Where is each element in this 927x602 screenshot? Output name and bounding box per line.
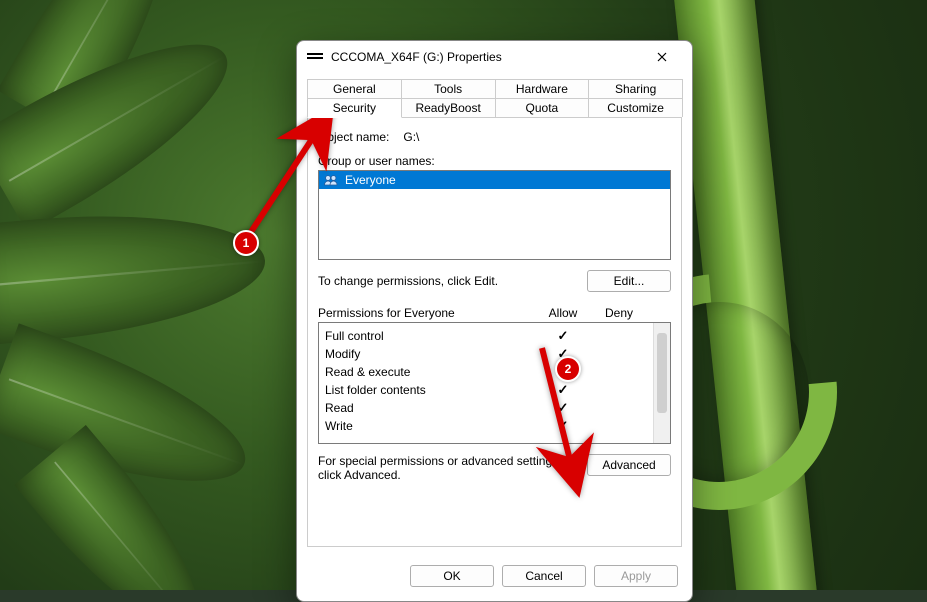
security-tab-panel: Object name: G:\ Group or user names: Ev…	[307, 118, 682, 547]
object-name-label: Object name:	[318, 130, 389, 144]
deny-column-header: Deny	[591, 306, 647, 320]
group-or-user-names-label: Group or user names:	[318, 154, 671, 168]
edit-button[interactable]: Edit...	[587, 270, 671, 292]
permissions-list: Full control Modify Read & execute List fol…	[318, 322, 671, 444]
close-button[interactable]	[642, 43, 682, 71]
check-icon	[558, 418, 569, 433]
dialog-footer: OK Cancel Apply	[297, 555, 692, 601]
permission-allow-check	[535, 400, 591, 416]
tab-quota[interactable]: Quota	[495, 98, 590, 117]
titlebar[interactable]: CCCOMA_X64F (G:) Properties	[297, 41, 692, 73]
check-icon	[558, 400, 569, 415]
allow-column-header: Allow	[535, 306, 591, 320]
scrollbar[interactable]	[653, 323, 670, 443]
group-or-user-names-list[interactable]: Everyone	[318, 170, 671, 260]
close-icon	[657, 52, 667, 62]
permission-name: Full control	[325, 329, 535, 343]
ok-button[interactable]: OK	[410, 565, 494, 587]
tab-sharing[interactable]: Sharing	[588, 79, 683, 98]
permission-allow-check	[535, 418, 591, 434]
window-title: CCCOMA_X64F (G:) Properties	[331, 50, 642, 64]
group-icon	[323, 174, 339, 186]
system-menu-icon[interactable]	[307, 52, 323, 62]
tab-general[interactable]: General	[307, 79, 402, 98]
advanced-hint-text: For special permissions or advanced sett…	[318, 454, 577, 482]
tab-security[interactable]: Security	[307, 98, 402, 118]
edit-hint-text: To change permissions, click Edit.	[318, 274, 577, 288]
advanced-button[interactable]: Advanced	[587, 454, 671, 476]
scrollbar-thumb[interactable]	[657, 333, 667, 413]
permission-name: List folder contents	[325, 383, 535, 397]
permission-allow-check	[535, 346, 591, 362]
tab-hardware[interactable]: Hardware	[495, 79, 590, 98]
list-item[interactable]: Everyone	[319, 171, 670, 189]
check-icon	[558, 364, 569, 379]
tab-tools[interactable]: Tools	[401, 79, 496, 98]
cancel-button[interactable]: Cancel	[502, 565, 586, 587]
permission-name: Read & execute	[325, 365, 535, 379]
permission-allow-check	[535, 328, 591, 344]
permission-allow-check	[535, 382, 591, 398]
permission-name: Write	[325, 419, 535, 433]
apply-button[interactable]: Apply	[594, 565, 678, 587]
list-item-label: Everyone	[345, 173, 396, 187]
properties-dialog: CCCOMA_X64F (G:) Properties General Tool…	[296, 40, 693, 602]
permission-row: Full control	[325, 327, 647, 345]
check-icon	[558, 346, 569, 361]
permission-row: Read	[325, 399, 647, 417]
permission-name: Modify	[325, 347, 535, 361]
permission-allow-check	[535, 364, 591, 380]
permission-row: List folder contents	[325, 381, 647, 399]
check-icon	[558, 382, 569, 397]
object-name-value: G:\	[403, 130, 419, 144]
tab-strip: General Tools Hardware Sharing Security …	[307, 79, 682, 118]
tab-readyboost[interactable]: ReadyBoost	[401, 98, 496, 117]
check-icon	[558, 328, 569, 343]
permission-row: Modify	[325, 345, 647, 363]
permissions-title: Permissions for Everyone	[318, 306, 535, 320]
permission-name: Read	[325, 401, 535, 415]
tab-customize[interactable]: Customize	[588, 98, 683, 117]
permission-row: Write	[325, 417, 647, 435]
permission-row: Read & execute	[325, 363, 647, 381]
